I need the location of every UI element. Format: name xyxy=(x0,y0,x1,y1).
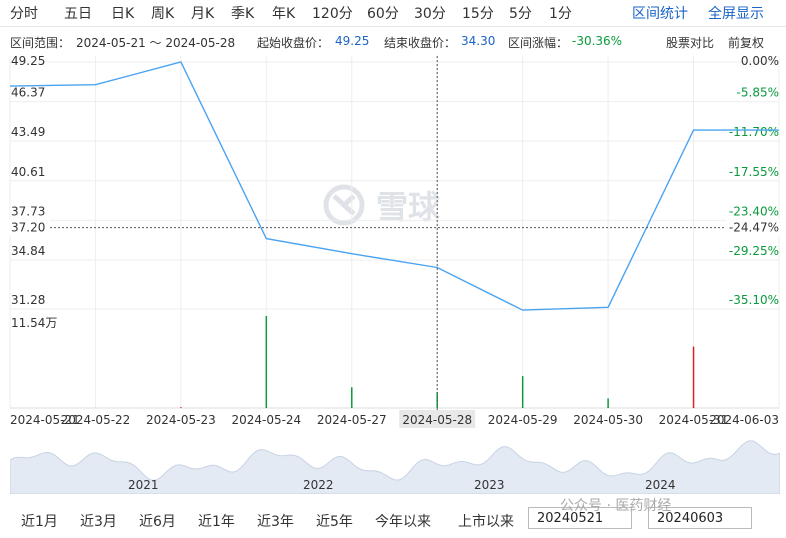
range-3m[interactable]: 近3月 xyxy=(80,511,117,531)
volume-bar xyxy=(351,387,353,408)
footer-watermark: 公众号 · 医药财经 xyxy=(560,498,672,514)
crosshair-date-label: 2024-05-28 xyxy=(402,413,472,427)
range-1y[interactable]: 近1年 xyxy=(198,511,235,531)
range-1m[interactable]: 近1月 xyxy=(21,511,58,531)
y-tick-label-price: 34.84 xyxy=(11,244,45,258)
x-tick-label: 2024-05-22 xyxy=(61,413,131,427)
volume-max-label: 11.54万 xyxy=(11,316,57,330)
range-ytd[interactable]: 今年以来 xyxy=(375,511,431,531)
volume-bar xyxy=(521,376,524,408)
y-tick-label-pct: -23.40% xyxy=(729,204,779,218)
overview-year-label: 2023 xyxy=(474,478,505,492)
overview-navigator[interactable]: 2021 2022 2023 2024 xyxy=(9,432,781,495)
y-tick-label-price: 37.73 xyxy=(11,204,45,218)
overview-year-label: 2022 xyxy=(303,478,334,492)
y-tick-label-price: 43.49 xyxy=(11,125,45,139)
range-3y[interactable]: 近3年 xyxy=(257,511,294,531)
x-tick-label: 2024-06-03 xyxy=(709,413,779,427)
y-tick-label-price: 49.25 xyxy=(11,54,45,68)
crosshair-price-label: 37.20 xyxy=(11,221,45,235)
y-tick-label-pct: 0.00% xyxy=(741,54,779,68)
range-5y[interactable]: 近5年 xyxy=(316,511,353,531)
price-chart[interactable]: 49.25 0.00% 46.37 -5.85% 43.49 -11.70% 40.61 -1… xyxy=(0,0,786,432)
y-tick-label-pct: -35.10% xyxy=(729,293,779,307)
volume-bar xyxy=(180,407,182,408)
range-6m[interactable]: 近6月 xyxy=(139,511,176,531)
overview-sparkline: 2021 2022 2023 2024 xyxy=(9,440,781,495)
range-since-listing[interactable]: 上市以来 xyxy=(458,511,514,531)
volume-bar xyxy=(607,398,609,408)
x-tick-label: 2024-05-30 xyxy=(573,413,643,427)
y-tick-label-pct: -5.85% xyxy=(737,86,779,100)
x-tick-label: 2024-05-27 xyxy=(317,413,387,427)
price-line xyxy=(9,61,779,311)
crosshair-pct-label: -24.47% xyxy=(729,221,779,235)
y-tick-label-pct: -11.70% xyxy=(729,125,779,139)
x-tick-label: 2024-05-29 xyxy=(488,413,558,427)
volume-bar xyxy=(692,346,695,408)
x-tick-label: 2024-05-23 xyxy=(146,413,216,427)
overview-year-label: 2024 xyxy=(645,478,676,492)
y-tick-label-price: 40.61 xyxy=(11,165,45,179)
volume-bar xyxy=(265,316,268,408)
y-tick-label-pct: -29.25% xyxy=(729,244,779,258)
x-tick-label: 2024-05-24 xyxy=(231,413,301,427)
overview-year-label: 2021 xyxy=(128,478,159,492)
y-tick-label-price: 46.37 xyxy=(11,86,45,100)
y-tick-label-pct: -17.55% xyxy=(729,165,779,179)
y-tick-label-price: 31.28 xyxy=(11,293,45,307)
